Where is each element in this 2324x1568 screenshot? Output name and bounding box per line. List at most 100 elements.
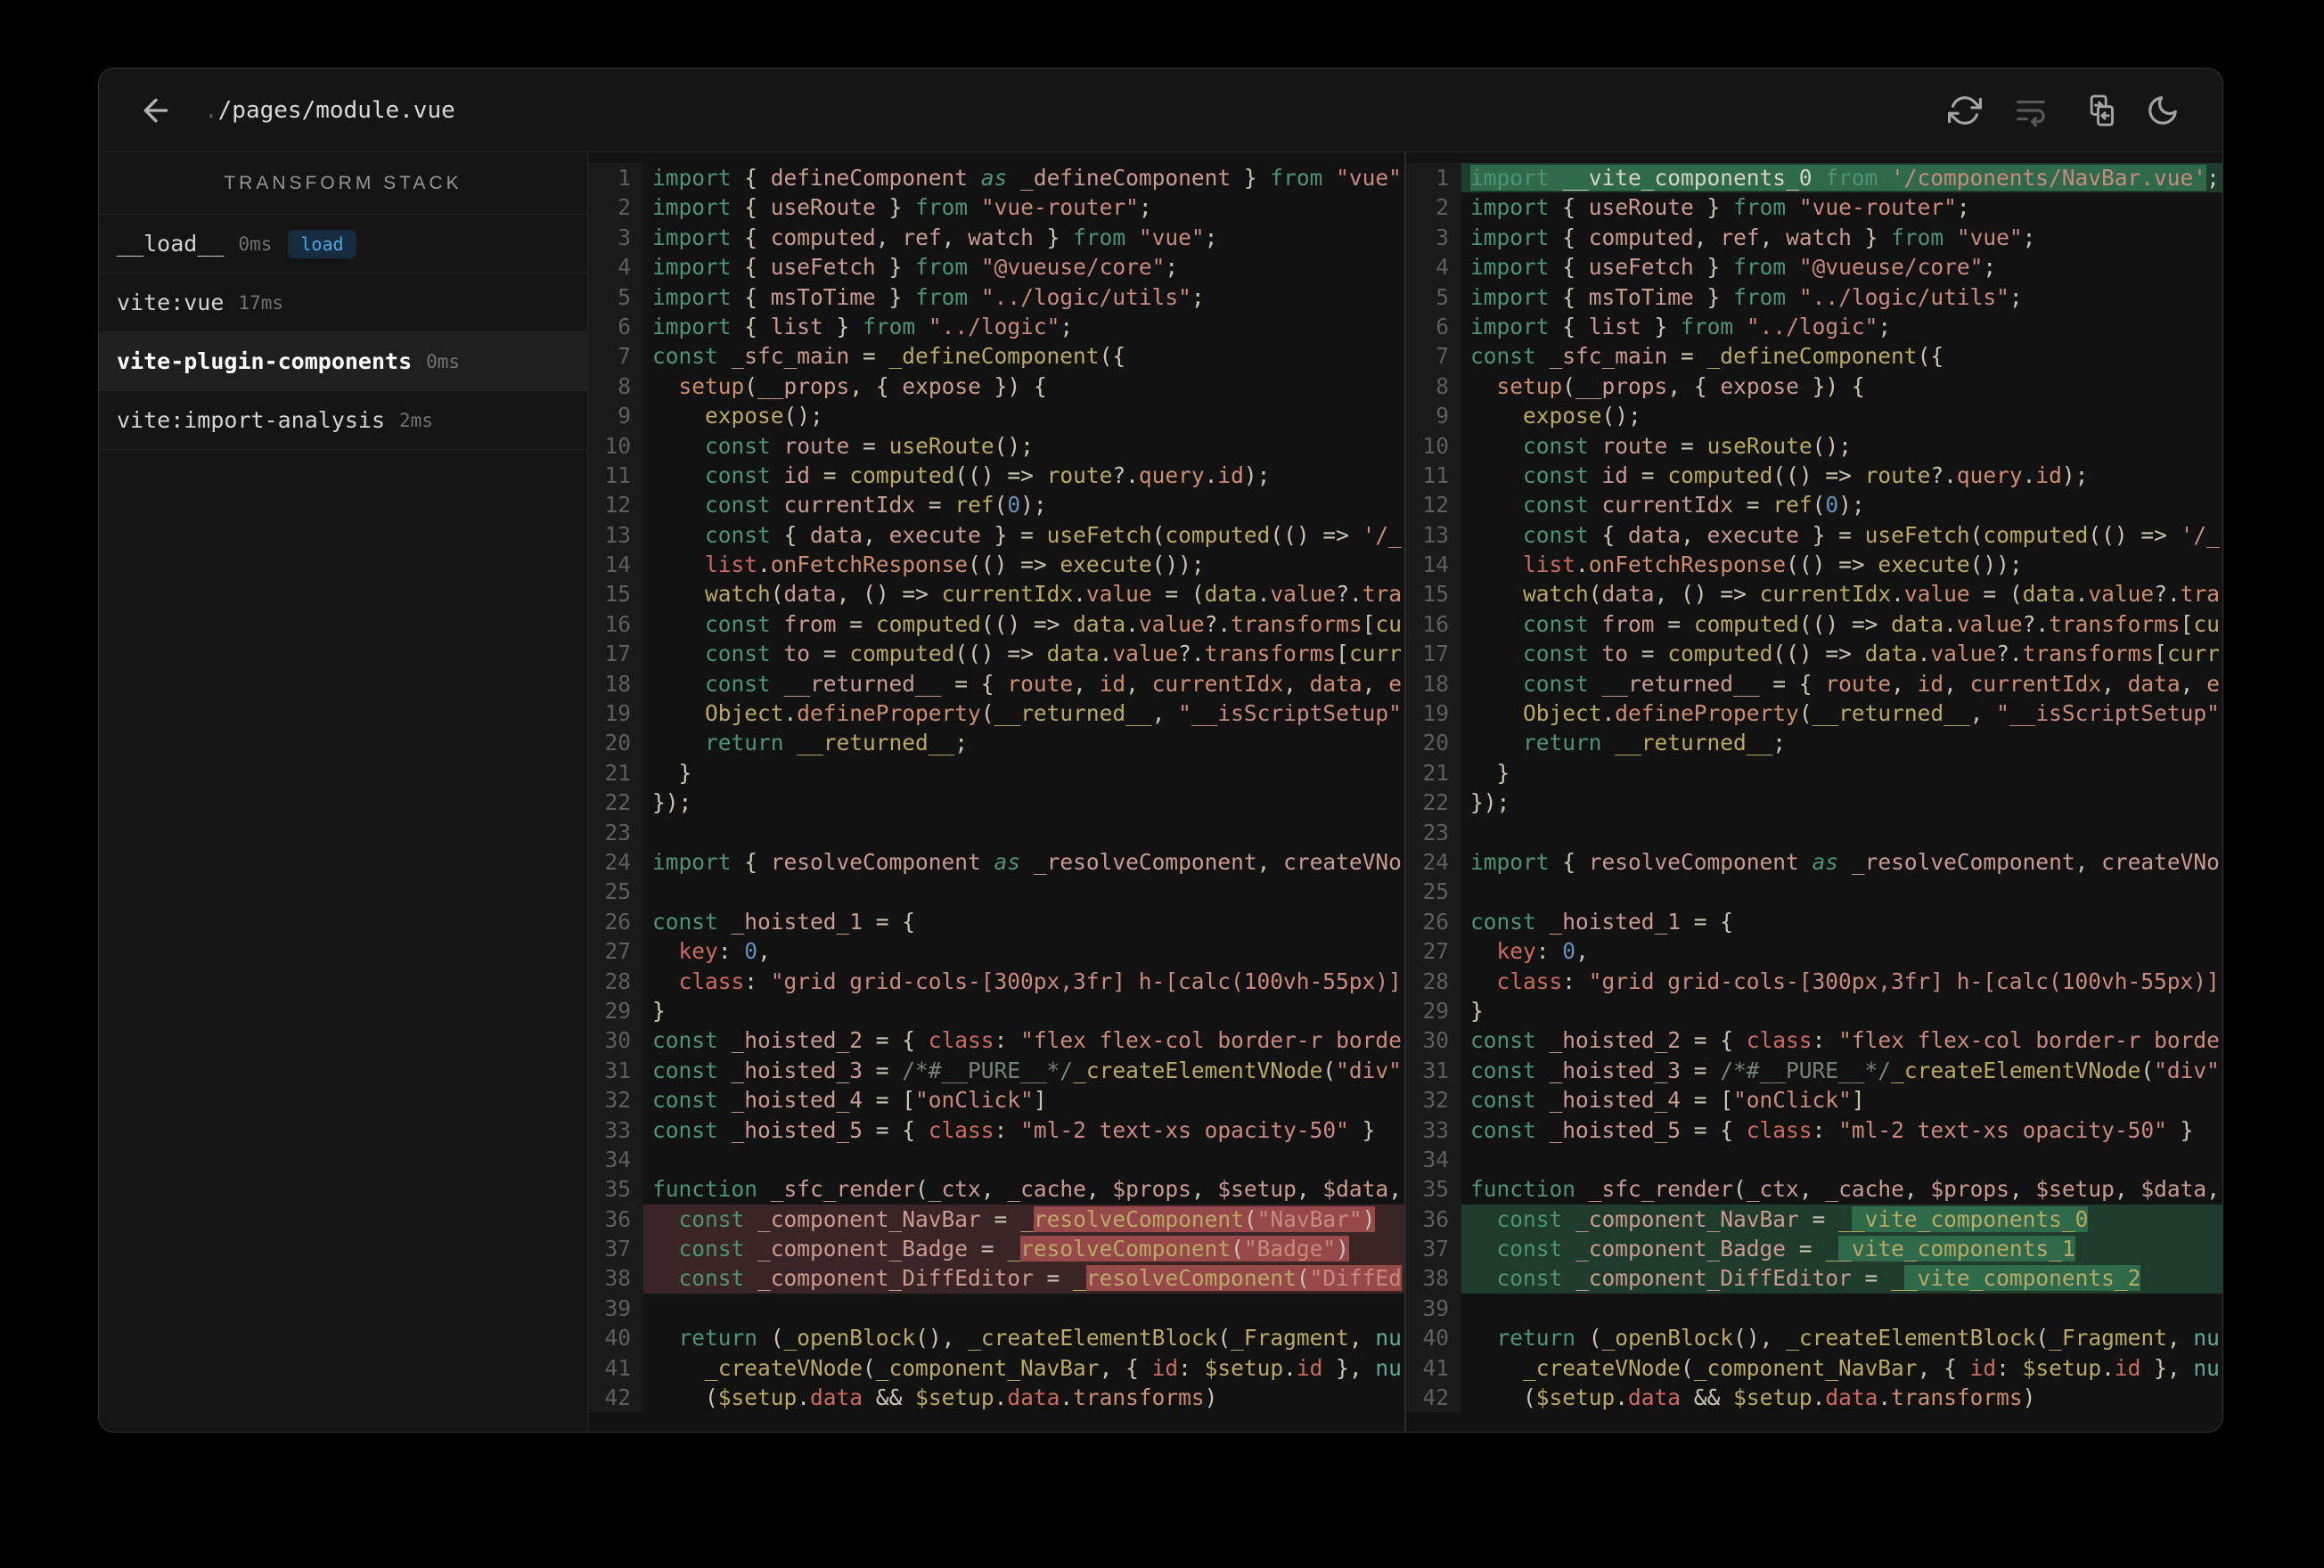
code-token: { [1588,521,1629,548]
code-token: } [1231,165,1271,191]
code-token: = [849,432,889,459]
arrow-left-icon [143,98,168,122]
code-token: expose [705,403,784,429]
code-token: : [744,968,771,994]
code-token: . [1204,461,1218,488]
line-number: 21 [1406,757,1461,788]
refresh-icon[interactable] [1948,94,1982,127]
code-text: Object.defineProperty(__returned__, "__i… [1461,698,2222,728]
code-token: ( [1217,1325,1232,1352]
code-token: ref [1720,224,1760,250]
code-token: (); [994,432,1034,459]
sidebar-item-vite-vue[interactable]: vite:vue 17ms [99,274,587,332]
sidebar-item--load-[interactable]: __load__ 0ms load [99,215,587,274]
code-token: const [652,1116,718,1143]
line-number: 3 [1406,222,1461,253]
code-token: = [1798,1205,1839,1232]
code-token: return [1523,730,1602,756]
code-token: , [1759,224,1787,250]
back-button[interactable] [138,93,174,128]
plugin-time: 0ms [238,233,273,255]
code-token: _hoisted_2 [1535,1027,1682,1054]
sidebar-item-vite-plugin-components[interactable]: vite-plugin-components 0ms [99,332,587,391]
code-token: const [1523,521,1589,548]
code-token: currentIdx [1588,492,1734,519]
code-token: ( [1798,700,1813,727]
code-token: list [770,313,823,339]
code-token: } [1641,313,1682,339]
code-token: $setup [915,1384,994,1411]
code-line: 7 const _sfc_main = _defineComponent({ [588,341,1404,372]
code-token: , [1362,670,1389,697]
code-token: resolveComponent [770,848,981,875]
code-token: _hoisted_4 [1535,1087,1682,1114]
inline-diff-icon[interactable] [2080,94,2114,127]
code-line: 42 ($setup.data && $setup.data.transform… [588,1383,1404,1413]
code-line: 3 import { computed, ref, watch } from "v… [1406,222,2222,253]
wrap-lines-icon[interactable] [2014,94,2048,127]
code-token: const [1523,492,1589,519]
code-line: 9 expose(); [588,401,1404,431]
code-token: ?. [2154,581,2181,608]
code-token: { [1549,254,1589,281]
code-line: 35 function _sfc_render(_ctx, _cache, $pr… [588,1174,1404,1205]
code-token: 0 [744,938,758,965]
code-token: transforms [1204,641,1337,667]
code-token: ( [770,581,784,608]
code-token: . [1812,1384,1826,1411]
code-token: _cache [1007,1176,1086,1203]
code-token: "flex flex-col border-r borde [1020,1027,1402,1054]
code-text: const _component_Badge = __vite_componen… [1461,1234,2222,1264]
code-token: route [1007,670,1074,697]
code-text: import __vite_components_0 from '/compon… [1461,163,2222,193]
code-token: transforms [1231,610,1362,637]
line-number: 2 [1406,192,1461,223]
code-text: ($setup.data && $setup.data.transforms) [643,1383,1404,1412]
code-token: import [652,165,732,191]
code-token: 0 [1825,492,1839,519]
code-line: 9 expose(); [1406,401,2222,431]
code-token: { [1549,224,1589,250]
code-token: __props [757,372,850,399]
code-token: = [1786,1236,1826,1262]
code-line: 34 [588,1144,1404,1175]
code-text: const _hoisted_3 = /*#__PURE__*/_createE… [1461,1056,2222,1085]
line-number: 38 [1406,1263,1461,1294]
code-text: }); [643,788,1404,817]
code-token: . [783,700,798,727]
line-number: 18 [588,668,643,699]
code-token: import [652,224,732,250]
code-token: createVNo [2101,848,2220,875]
code-text: class: "grid grid-cols-[300px,3fr] h-[ca… [643,967,1404,996]
line-number: 33 [1406,1115,1461,1145]
code-token: _sfc_main [717,343,850,370]
code-token: "grid grid-cols-[300px,3fr] h-[calc(100v… [1588,968,2220,994]
code-token: (() => [1772,641,1865,667]
code-token: ; [1402,165,1404,191]
line-number: 12 [588,490,643,520]
code-line: 12 const currentIdx = ref(0); [588,490,1404,520]
dark-mode-icon[interactable] [2146,94,2180,127]
code-token: __vite_components_0 [1549,165,1813,191]
code-token: ; [954,730,969,756]
code-token: route [1588,432,1668,459]
line-number: 28 [588,966,643,996]
code-token: { [731,194,771,221]
code-token: from [863,313,916,339]
line-number: 14 [1406,550,1461,580]
code-line: 19 Object.defineProperty(__returned__, "… [588,698,1404,729]
code-token: ()); [1151,551,1205,578]
code-token: ) [1336,1236,1349,1262]
sidebar-item-vite-import-analysis[interactable]: vite:import-analysis 2ms [99,391,587,450]
code-line: 41 _createVNode(_component_NavBar, { id:… [588,1352,1404,1384]
code-token: _defineComponent [1020,165,1232,191]
code-token: "div" [2154,1057,2220,1083]
code-text: class: "grid grid-cols-[300px,3fr] h-[ca… [1461,967,2222,996]
code-token: 0 [1007,492,1021,519]
